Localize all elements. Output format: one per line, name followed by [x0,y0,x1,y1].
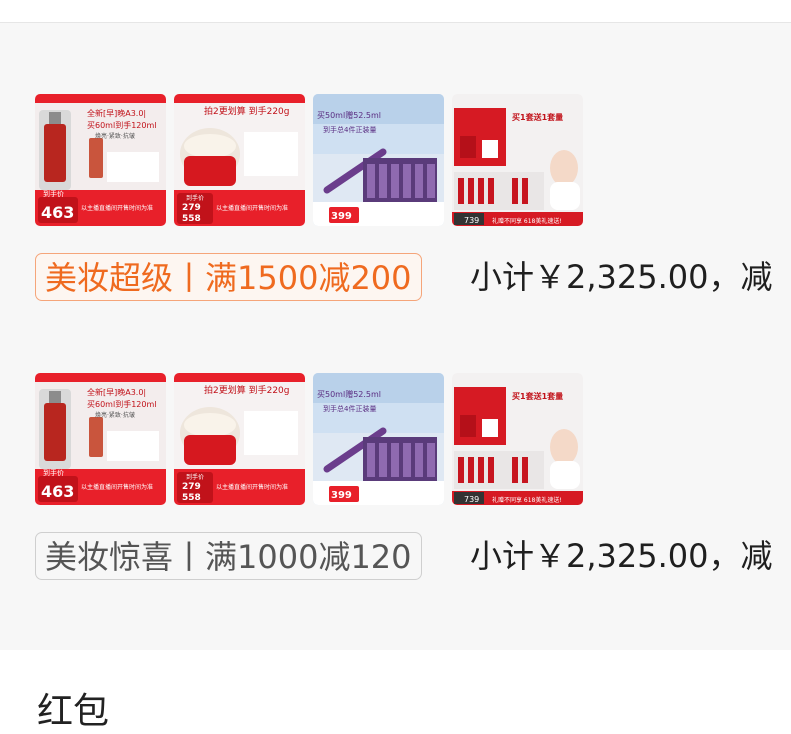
proya-price: 739 [464,495,479,504]
product-thumbnail-eye-cream[interactable]: 买50ml赠52.5ml 到手总4件正装量 399 [313,94,444,226]
redpacket-section-title: 红包 [37,691,110,732]
product-thumbnail-proya[interactable]: 买1套送1套量 739 礼赠不同享 618美礼速送! [452,373,583,505]
serum-footer: 以主播直播间开售时间为准 [81,483,153,491]
cream-footer: 以主播直播间开售时间为准 [216,204,288,212]
product-thumbnail-eye-cream[interactable]: 买50ml赠52.5ml 到手总4件正装量 399 [313,373,444,505]
serum-headline-2: 买60ml到手120ml [87,399,156,409]
proya-footer: 礼赠不同享 618美礼速送! [492,496,562,504]
subtotal-text: 小计￥2,325.00，减 [470,537,773,575]
promo-tag-surprise[interactable]: 美妆惊喜丨满1000减120 [35,532,422,580]
proya-image: 买1套送1套量 739 礼赠不同享 618美礼速送! [452,373,583,505]
product-thumbnail-cream[interactable]: 拍2更划算 到手220g 到手价 279 558 以主播直播间开售时间为准 [174,94,305,226]
cream-price-label: 到手价 [186,194,204,202]
product-thumbnail-cream[interactable]: 拍2更划算 到手220g 到手价 279 558 以主播直播间开售时间为准 [174,373,305,505]
promo-tag-super[interactable]: 美妆超级丨满1500减200 [35,253,422,301]
cream-price-2: 558 [182,493,201,503]
cream-headline-1: 拍2更划算 到手220g [204,384,289,396]
serum-headline-1: 全新[早]晚A3.0| [87,387,146,397]
eye-cream-price: 399 [331,211,352,222]
serum-price: 463 [41,482,74,501]
eye-cream-price: 399 [331,490,352,501]
eye-cream-image: 买50ml赠52.5ml 到手总4件正装量 399 [313,373,444,505]
cream-price: 279 [182,482,201,492]
product-thumbnail-row: 全新[早]晚A3.0| 买60ml到手120ml 焕亮·紧致·抗皱 到手价 46… [35,373,595,505]
eye-cream-headline-1: 买50ml赠52.5ml [317,110,381,120]
cream-price-label: 到手价 [186,473,204,481]
serum-footer: 以主播直播间开售时间为准 [81,204,153,212]
cream-image: 拍2更划算 到手220g 到手价 279 558 以主播直播间开售时间为准 [174,94,305,226]
serum-headline-1: 全新[早]晚A3.0| [87,108,146,118]
serum-image: 全新[早]晚A3.0| 买60ml到手120ml 焕亮·紧致·抗皱 到手价 46… [35,94,166,226]
product-thumbnail-serum[interactable]: 全新[早]晚A3.0| 买60ml到手120ml 焕亮·紧致·抗皱 到手价 46… [35,94,166,226]
serum-sub: 焕亮·紧致·抗皱 [95,411,135,419]
promo-tag-row: 美妆超级丨满1500减200 小计￥2,325.00，减 [35,253,791,305]
cream-price: 279 [182,203,201,213]
promo-tag-row: 美妆惊喜丨满1000减120 小计￥2,325.00，减 [35,532,791,584]
cream-footer: 以主播直播间开售时间为准 [216,483,288,491]
proya-image: 买1套送1套量 739 礼赠不同享 618美礼速送! [452,94,583,226]
serum-price: 463 [41,203,74,222]
proya-price: 739 [464,216,479,225]
cream-headline-1: 拍2更划算 到手220g [204,105,289,117]
cream-image: 拍2更划算 到手220g 到手价 279 558 以主播直播间开售时间为准 [174,373,305,505]
cream-price-2: 558 [182,214,201,224]
product-thumbnail-serum[interactable]: 全新[早]晚A3.0| 买60ml到手120ml 焕亮·紧致·抗皱 到手价 46… [35,373,166,505]
proya-headline-1: 买1套送1套量 [512,112,563,122]
product-thumbnail-proya[interactable]: 买1套送1套量 739 礼赠不同享 618美礼速送! [452,94,583,226]
serum-sub: 焕亮·紧致·抗皱 [95,132,135,140]
serum-image: 全新[早]晚A3.0| 买60ml到手120ml 焕亮·紧致·抗皱 到手价 46… [35,373,166,505]
subtotal-text: 小计￥2,325.00，减 [470,258,773,296]
serum-price-label: 到手价 [43,189,64,198]
eye-cream-headline-1: 买50ml赠52.5ml [317,389,381,399]
eye-cream-headline-2: 到手总4件正装量 [323,404,376,413]
serum-price-label: 到手价 [43,468,64,477]
proya-footer: 礼赠不同享 618美礼速送! [492,217,562,225]
eye-cream-headline-2: 到手总4件正装量 [323,125,376,134]
eye-cream-image: 买50ml赠52.5ml 到手总4件正装量 399 [313,94,444,226]
product-thumbnail-row: 全新[早]晚A3.0| 买60ml到手120ml 焕亮·紧致·抗皱 到手价 46… [35,94,595,226]
proya-headline-1: 买1套送1套量 [512,391,563,401]
serum-headline-2: 买60ml到手120ml [87,120,156,130]
